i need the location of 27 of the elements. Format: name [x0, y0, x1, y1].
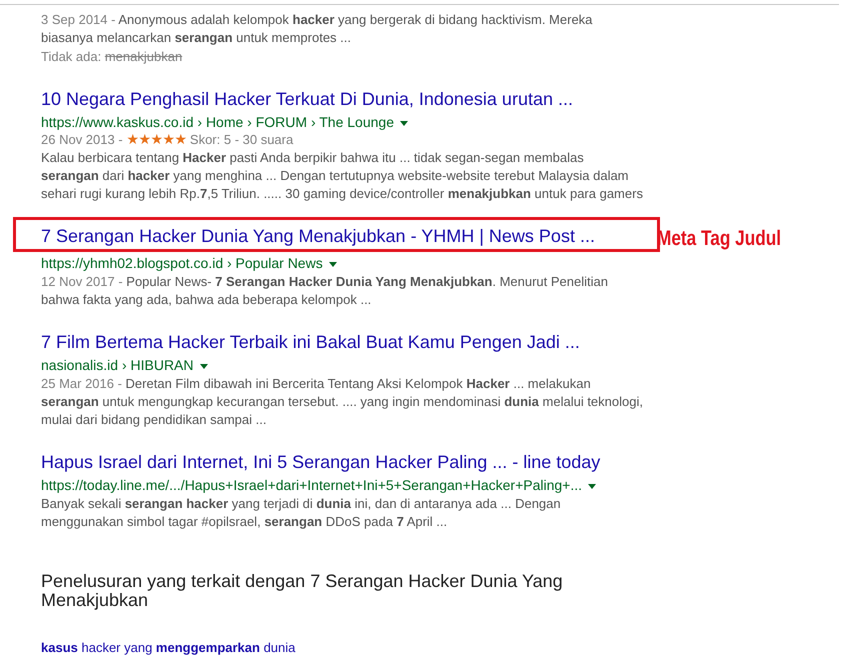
caret-icon[interactable]	[328, 262, 337, 267]
result-snippet: Banyak sekali serangan hacker yang terjadi di dunia ini, dan di antaranya ada ... Dengan menggunakan simbol tagar #opilsrael, serangan DDoS pada 7 April ...	[41, 495, 562, 531]
result-url: https://today.line.me/.../Hapus+Israel+dari+Internet+Ini+5+Serangan+Hacker+Paling+...	[41, 477, 582, 493]
result-title[interactable]: 7 Film Bertema Hacker Terbaik ini Bakal Buat Kamu Pengen Jadi ...	[41, 331, 580, 353]
result-title[interactable]: 7 Serangan Hacker Dunia Yang Menakjubkan - YHMH | News Post ...	[41, 225, 595, 247]
result-snippet: 12 Nov 2017 - Popular News- 7 Serangan Hacker Dunia Yang Menakjubkan. Menurut Penelitian bahwa fakta yang ada, bahwa ada beberapa kelompok ...	[41, 273, 609, 309]
star-icon: ★	[174, 131, 186, 147]
result-title[interactable]: Hapus Israel dari Internet, Ini 5 Serangan Hacker Paling ... - line today	[41, 451, 600, 473]
result-title[interactable]: 10 Negara Penghasil Hacker Terkuat Di Dunia, Indonesia urutan ...	[41, 88, 573, 110]
star-icon: ★	[126, 131, 138, 147]
caret-icon[interactable]	[588, 484, 596, 489]
star-icon: ★	[138, 131, 150, 147]
star-icon: ★	[162, 131, 174, 147]
caret-icon[interactable]	[400, 120, 408, 126]
caret-icon[interactable]	[200, 364, 208, 369]
result-url: nasionalis.id › HIBURAN	[41, 357, 194, 373]
rating-text: Skor: 5 - 30 suara	[188, 132, 294, 147]
result-date: 26 Nov 2013 -	[41, 132, 124, 147]
result-snippet: Kalau berbicara tentang Hacker pasti Anda berpikir bahwa itu ... tidak segan-segan membalas serangan dari hacker yang menghina ... Dengan tertutupnya website-website terebut Malaysia dalam sehari rugi kurang lebih Rp.7,5 Triliun. ..... 30 gaming device/controller menakjubkan untuk para gamers	[41, 149, 644, 203]
related-search-link[interactable]: kasus hacker yang menggemparkan dunia	[41, 638, 296, 658]
result-snippet: 25 Mar 2016 - Deretan Film dibawah ini Bercerita Tentang Aksi Kelompok Hacker ... melakukan serangan untuk mengungkap kecurangan tersebut. .... yang ingin mendominasi dunia melalui teknologi, mulai dari bidang pendidikan sampai ...	[41, 375, 644, 429]
result-url: https://yhmh02.blogspot.co.id › Popular News	[41, 255, 323, 271]
star-icon: ★	[150, 131, 162, 147]
related-heading: Penelusuran yang terkait dengan 7 Serangan Hacker Dunia Yang Menakjubkan	[41, 572, 564, 610]
result-snippet: 3 Sep 2014 - Anonymous adalah kelompok hacker yang bergerak di bidang hacktivism. Mereka biasanya melancarkan serangan untuk memprotes ...	[41, 11, 594, 47]
missing-terms: Tidak ada: menakjubkan	[41, 48, 184, 66]
result-url: https://www.kaskus.co.id › Home › FORUM › The Lounge	[41, 114, 394, 130]
